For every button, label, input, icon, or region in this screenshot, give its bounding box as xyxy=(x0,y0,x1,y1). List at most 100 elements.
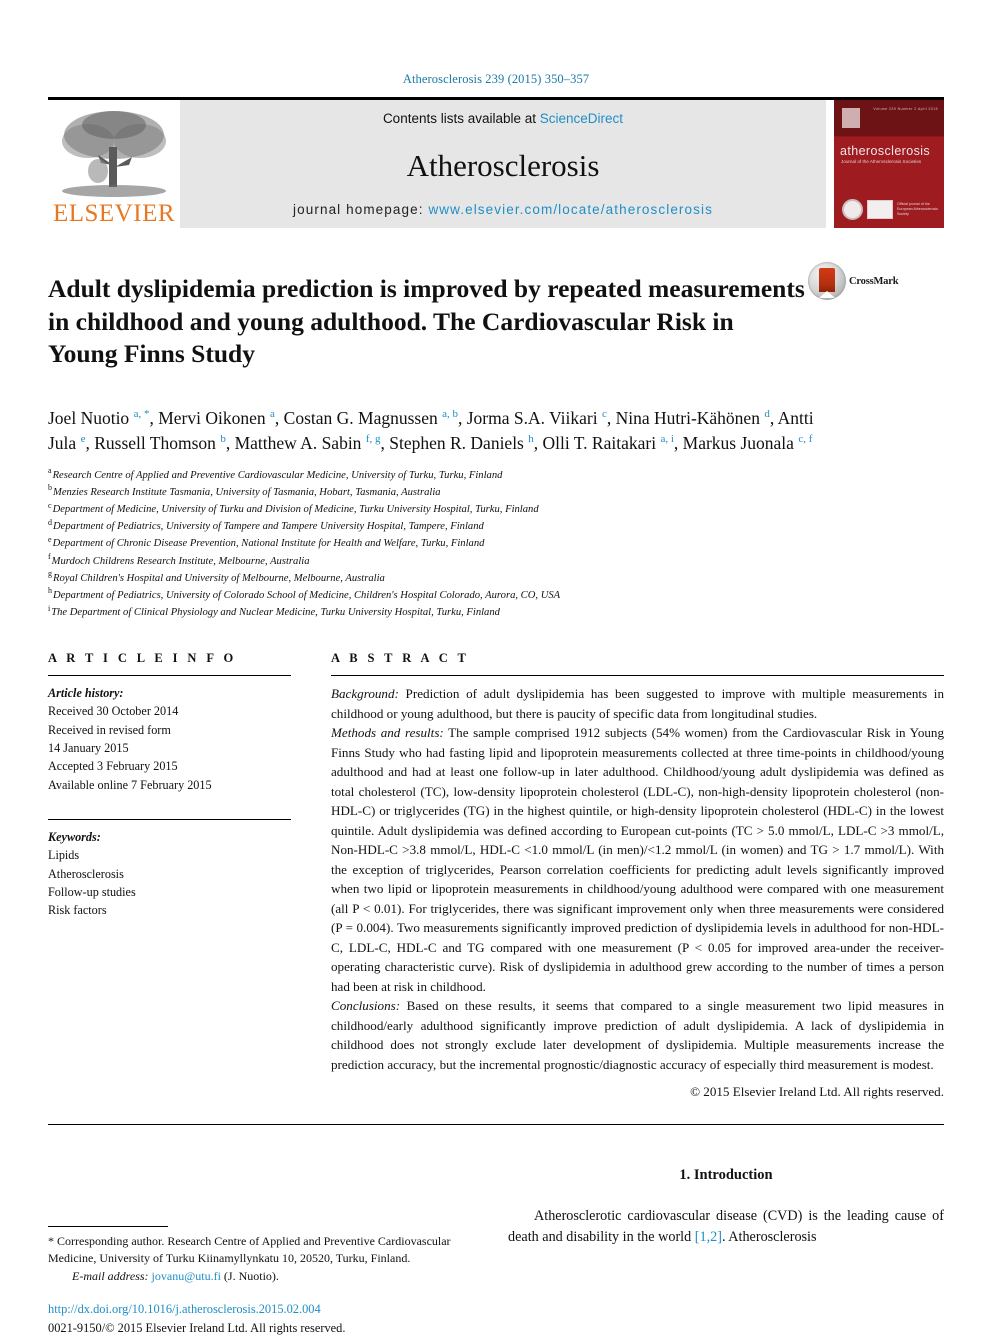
keywords-label: Keywords: xyxy=(48,829,101,844)
crossmark-label: CrossMark xyxy=(849,275,899,287)
cover-elsevier-mark-icon xyxy=(842,108,860,128)
affiliation-item: iThe Department of Clinical Physiology a… xyxy=(48,604,944,621)
journal-title: Atherosclerosis xyxy=(406,147,600,183)
footnote-divider xyxy=(48,1226,168,1228)
introduction-column: 1. Introduction Atherosclerotic cardiova… xyxy=(508,1167,944,1337)
affiliation-text: Department of Chronic Disease Prevention… xyxy=(52,538,485,550)
affiliation-item: eDepartment of Chronic Disease Preventio… xyxy=(48,535,944,552)
abstract-methods-label: Methods and results: xyxy=(331,725,444,741)
affiliation-marker: b xyxy=(48,483,52,493)
keyword-item[interactable]: Follow-up studies xyxy=(48,883,291,901)
affiliation-text: Menzies Research Institute Tasmania, Uni… xyxy=(53,486,441,498)
email-suffix: (J. Nuotio). xyxy=(220,1268,279,1283)
cover-issue-line: Volume 239 Number 2 April 2015 xyxy=(873,107,938,111)
divider xyxy=(48,818,291,820)
divider xyxy=(331,675,944,677)
elsevier-tree-icon xyxy=(62,111,166,197)
bottom-columns: * Corresponding author. Research Centre … xyxy=(48,1167,944,1337)
author-list: Joel Nuotio a, *, Mervi Oikonen a, Costa… xyxy=(48,408,814,454)
abstract-heading: A B S T R A C T xyxy=(331,651,470,666)
affiliation-marker: d xyxy=(48,517,52,527)
affiliation-marker: g xyxy=(48,569,52,579)
elsevier-logo: ELSEVIER xyxy=(48,100,180,228)
cover-society-seal-icon xyxy=(842,199,863,220)
affiliation-list: aResearch Centre of Applied and Preventi… xyxy=(48,467,944,621)
article-history-line: Received in revised form xyxy=(48,722,171,737)
reference-citation-link[interactable]: [1,2] xyxy=(695,1229,722,1245)
journal-article-page: Atherosclerosis 239 (2015) 350–357 ELSEV… xyxy=(0,0,992,1335)
affiliation-text: Department of Pediatrics, University of … xyxy=(53,589,561,601)
journal-homepage-line: journal homepage: www.elsevier.com/locat… xyxy=(293,202,713,217)
affiliation-item: dDepartment of Pediatrics, University of… xyxy=(48,518,944,535)
affiliation-item: bMenzies Research Institute Tasmania, Un… xyxy=(48,484,944,501)
affiliation-item: fMurdoch Childrens Research Institute, M… xyxy=(48,553,944,570)
cover-journal-subtitle: Journal of the Atherosclerosis Societies xyxy=(841,158,922,164)
abstract-conclusions-paragraph: Conclusions: Based on these results, it … xyxy=(331,996,944,1074)
journal-cover-thumbnail[interactable]: Volume 239 Number 2 April 2015 atheroscl… xyxy=(834,100,944,228)
affiliation-marker: a xyxy=(48,466,52,476)
affiliation-item: gRoyal Children's Hospital and Universit… xyxy=(48,570,944,587)
article-history-label: Article history: xyxy=(48,686,124,701)
title-block: Adult dyslipidemia prediction is improve… xyxy=(48,256,944,388)
affiliation-text: Research Centre of Applied and Preventiv… xyxy=(52,469,503,481)
affiliation-marker: e xyxy=(48,534,52,544)
affiliation-marker: c xyxy=(48,500,52,510)
divider xyxy=(48,675,291,677)
doi-block: http://dx.doi.org/10.1016/j.atherosclero… xyxy=(48,1300,345,1337)
abstract-methods-text: The sample comprised 1912 subjects (54% … xyxy=(331,725,945,994)
email-address-link[interactable]: jovanu@utu.fi xyxy=(152,1269,221,1283)
email-address-label: E-mail address: xyxy=(72,1268,149,1283)
abstract-background-paragraph: Background: Prediction of adult dyslipid… xyxy=(331,684,944,723)
abstract-conclusions-label: Conclusions: xyxy=(331,998,401,1014)
article-history-line: Accepted 3 February 2015 xyxy=(48,759,178,774)
cover-badges: Official journal of the European Atheros… xyxy=(842,199,943,220)
article-history-lines: Received 30 October 2014 Received in revi… xyxy=(48,702,291,793)
sciencedirect-link[interactable]: ScienceDirect xyxy=(540,111,623,126)
cover-badge-text: Official journal of the European Atheros… xyxy=(897,202,938,216)
keyword-item[interactable]: Atherosclerosis xyxy=(48,865,291,883)
introduction-text-post: . Atherosclerosis xyxy=(721,1229,817,1246)
journal-masthead: ELSEVIER Contents lists available at Sci… xyxy=(48,97,944,228)
elsevier-wordmark: ELSEVIER xyxy=(52,200,176,227)
affiliation-text: Department of Medicine, University of Tu… xyxy=(52,504,539,516)
crossmark-badge[interactable]: CrossMark xyxy=(808,262,914,300)
contents-prefix: Contents lists available at xyxy=(382,111,540,126)
affiliation-marker: i xyxy=(48,603,51,613)
abstract-background-text: Prediction of adult dyslipidemia has bee… xyxy=(331,686,944,721)
abstract-background-label: Background: xyxy=(331,686,399,702)
article-history-line: Available online 7 February 2015 xyxy=(48,777,212,792)
doi-link[interactable]: http://dx.doi.org/10.1016/j.atherosclero… xyxy=(48,1300,345,1319)
keyword-list: Lipids Atherosclerosis Follow-up studies Ri… xyxy=(48,846,291,919)
divider xyxy=(48,1124,944,1126)
article-title: Adult dyslipidemia prediction is improve… xyxy=(48,274,805,369)
abstract-conclusions-text: Based on these results, it seems that co… xyxy=(331,998,944,1072)
corresponding-author-footnote: * Corresponding author. Research Centre … xyxy=(48,1226,464,1285)
abstract-methods-paragraph: Methods and results: The sample comprise… xyxy=(331,723,944,996)
footnote-text: * Corresponding author. Research Centre … xyxy=(48,1233,464,1285)
abstract-body: Background: Prediction of adult dyslipid… xyxy=(331,684,944,1074)
article-history-line: 14 January 2015 xyxy=(48,741,129,756)
keywords-block: Keywords: Lipids Atherosclerosis Follow-up… xyxy=(48,828,291,919)
affiliation-text: The Department of Clinical Physiology an… xyxy=(51,607,500,619)
keyword-item[interactable]: Lipids xyxy=(48,846,291,864)
abstract-column: A B S T R A C T Background: Prediction o… xyxy=(331,651,944,1100)
introduction-paragraph: Atherosclerotic cardiovascular disease (… xyxy=(508,1206,944,1249)
article-info-column: A R T I C L E I N F O Article history: R… xyxy=(48,651,291,1100)
crossmark-icon xyxy=(808,262,846,300)
keyword-item[interactable]: Risk factors xyxy=(48,901,291,919)
journal-homepage-link[interactable]: www.elsevier.com/locate/atherosclerosis xyxy=(428,202,713,217)
footnote-column: * Corresponding author. Research Centre … xyxy=(48,1167,464,1337)
affiliation-item: aResearch Centre of Applied and Preventi… xyxy=(48,467,944,484)
info-abstract-row: A R T I C L E I N F O Article history: R… xyxy=(48,651,944,1100)
cover-society-logo-icon xyxy=(867,200,893,219)
affiliation-text: Royal Children's Hospital and University… xyxy=(53,572,385,584)
affiliation-text: Murdoch Childrens Research Institute, Me… xyxy=(51,555,310,567)
contents-available-line: Contents lists available at ScienceDirec… xyxy=(383,111,623,126)
article-info-heading: A R T I C L E I N F O xyxy=(48,651,237,666)
affiliation-item: hDepartment of Pediatrics, University of… xyxy=(48,587,944,604)
affiliation-marker: f xyxy=(48,552,51,562)
affiliation-marker: h xyxy=(48,586,52,596)
homepage-prefix: journal homepage: xyxy=(293,202,429,217)
copyright-line: © 2015 Elsevier Ireland Ltd. All rights … xyxy=(690,1084,944,1100)
masthead-center: Contents lists available at ScienceDirec… xyxy=(180,100,826,228)
